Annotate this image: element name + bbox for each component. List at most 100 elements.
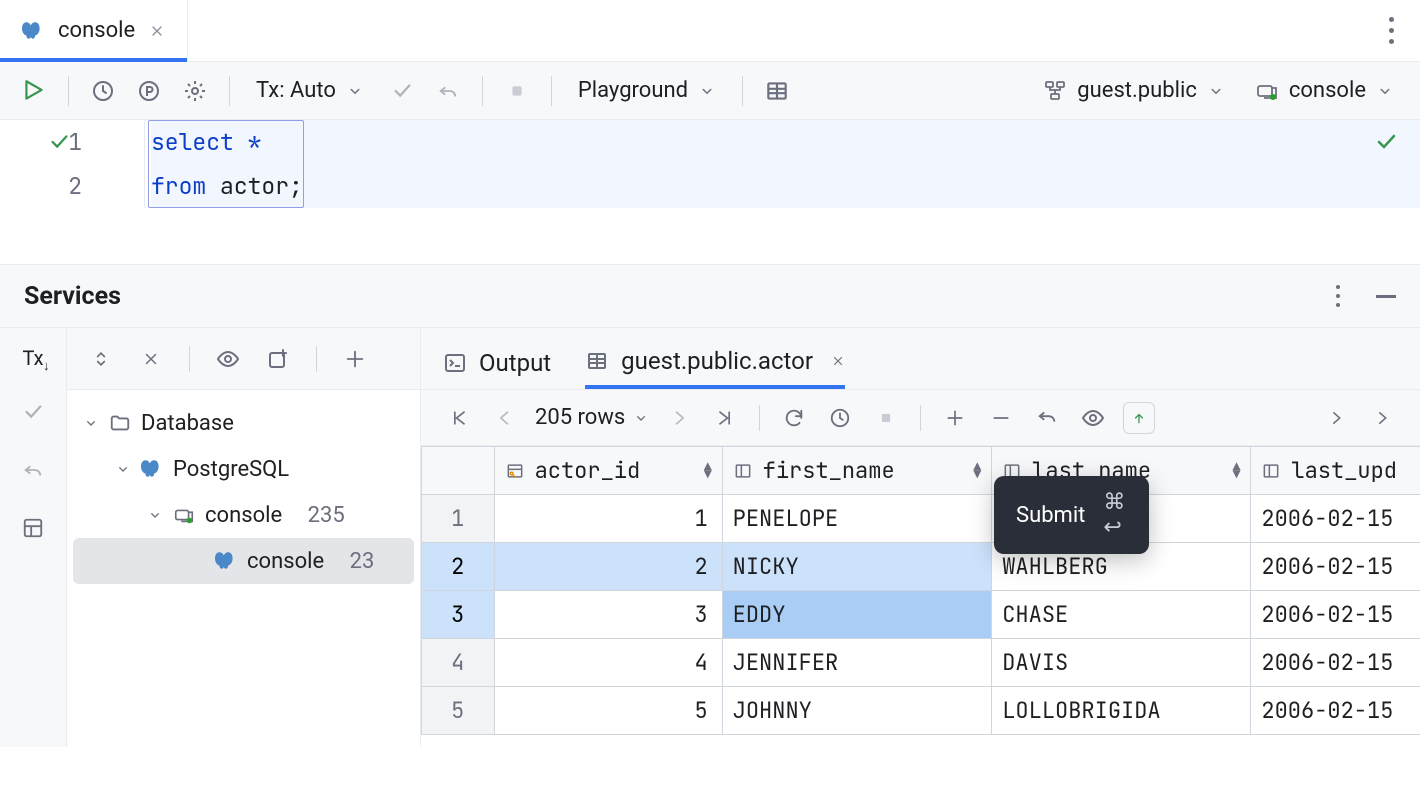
submit-tooltip: Submit ⌘ ↩ <box>994 476 1149 554</box>
tree-node-console-active[interactable]: console 23 <box>73 538 414 584</box>
run-button[interactable] <box>18 75 50 107</box>
cell-actor-id[interactable]: 4 <box>494 639 722 687</box>
minus-icon <box>991 408 1011 428</box>
row-number[interactable]: 2 <box>422 543 495 591</box>
stop-button[interactable] <box>501 75 533 107</box>
layout-icon <box>22 517 44 539</box>
table-row[interactable]: 11PENELOPEGUINESS2006-02-15 <box>422 495 1420 543</box>
cell-last-name[interactable]: CHASE <box>992 591 1251 639</box>
schema-dropdown[interactable]: guest.public <box>1035 74 1233 107</box>
view-mode-button[interactable] <box>212 343 244 375</box>
cell-last-update[interactable]: 2006-02-15 <box>1251 639 1420 687</box>
add-row-button[interactable] <box>939 402 971 434</box>
cell-actor-id[interactable]: 5 <box>494 687 722 735</box>
cell-actor-id[interactable]: 1 <box>494 495 722 543</box>
commit-button[interactable] <box>386 75 418 107</box>
last-page-button[interactable] <box>709 402 741 434</box>
commit-side-button[interactable] <box>17 396 49 428</box>
terminal-icon <box>443 351 467 375</box>
tab-output[interactable]: Output <box>443 337 551 389</box>
stop-button-2[interactable] <box>870 402 902 434</box>
column-header-first-name[interactable]: first_name▲▼ <box>722 447 992 495</box>
tree-node-session[interactable]: console 235 <box>67 492 420 538</box>
playground-mode-dropdown[interactable]: Playground <box>570 74 724 107</box>
close-icon[interactable] <box>149 23 165 39</box>
table-row[interactable]: 44JENNIFERDAVIS2006-02-15 <box>422 639 1420 687</box>
prev-page-button[interactable] <box>489 402 521 434</box>
tree-node-postgresql[interactable]: PostgreSQL <box>67 446 420 492</box>
minimize-panel-button[interactable] <box>1376 295 1396 298</box>
tab-result-actor[interactable]: guest.public.actor <box>585 337 845 389</box>
next-pane-2-button[interactable] <box>1366 402 1398 434</box>
eye-icon <box>1081 406 1105 430</box>
table-row[interactable]: 55JOHNNYLOLLOBRIGIDA2006-02-15 <box>422 687 1420 735</box>
cell-last-update[interactable]: 2006-02-15 <box>1251 687 1420 735</box>
remove-row-button[interactable] <box>985 402 1017 434</box>
more-menu-icon[interactable] <box>1363 17 1420 44</box>
grid-corner[interactable] <box>422 447 495 495</box>
settings-button[interactable] <box>179 75 211 107</box>
explain-plan-button[interactable] <box>133 75 165 107</box>
preview-button[interactable] <box>1077 402 1109 434</box>
add-button[interactable] <box>339 343 371 375</box>
revert-button[interactable] <box>1031 402 1063 434</box>
cell-last-name[interactable]: DAVIS <box>992 639 1251 687</box>
cell-last-update[interactable]: 2006-02-15 <box>1251 543 1420 591</box>
check-icon <box>391 80 413 102</box>
column-header-actor-id[interactable]: actor_id▲▼ <box>494 447 722 495</box>
cell-first-name[interactable]: NICKY <box>722 543 992 591</box>
session-icon <box>173 504 195 526</box>
cell-last-name[interactable]: LOLLOBRIGIDA <box>992 687 1251 735</box>
cell-last-update[interactable]: 2006-02-15 <box>1251 591 1420 639</box>
in-editor-results-button[interactable] <box>761 75 793 107</box>
row-number[interactable]: 4 <box>422 639 495 687</box>
editor-code[interactable]: select * from actor; <box>145 120 1420 208</box>
reload-button[interactable] <box>778 402 810 434</box>
close-result-tab[interactable] <box>831 354 845 368</box>
cell-first-name[interactable]: JENNIFER <box>722 639 992 687</box>
cell-actor-id[interactable]: 2 <box>494 543 722 591</box>
history-button-2[interactable] <box>824 402 856 434</box>
cell-actor-id[interactable]: 3 <box>494 591 722 639</box>
table-icon <box>585 349 609 373</box>
tx-badge[interactable]: Tx↓ <box>22 346 43 370</box>
tree-node-database[interactable]: Database <box>67 400 420 446</box>
expand-collapse-button[interactable] <box>85 343 117 375</box>
eye-icon <box>216 347 240 371</box>
next-pane-button[interactable] <box>1320 402 1352 434</box>
rollback-button[interactable] <box>432 75 464 107</box>
cell-first-name[interactable]: PENELOPE <box>722 495 992 543</box>
row-number[interactable]: 5 <box>422 687 495 735</box>
services-title: Services <box>24 282 121 311</box>
column-header-last-update[interactable]: last_upd <box>1251 447 1420 495</box>
cell-last-update[interactable]: 2006-02-15 <box>1251 495 1420 543</box>
new-tab-button[interactable] <box>262 343 294 375</box>
editor-tab-console[interactable]: console <box>0 0 188 61</box>
first-page-button[interactable] <box>443 402 475 434</box>
analysis-ok-icon[interactable] <box>1374 130 1398 154</box>
history-button[interactable] <box>87 75 119 107</box>
stop-icon <box>876 408 896 428</box>
session-dropdown[interactable]: console <box>1247 74 1402 107</box>
table-row[interactable]: 33EDDYCHASE2006-02-15 <box>422 591 1420 639</box>
postgres-icon <box>215 550 237 572</box>
run-statement-gutter-icon[interactable] <box>48 131 70 153</box>
result-grid[interactable]: actor_id▲▼ first_name▲▼ last_name▲▼ <box>421 446 1420 735</box>
row-number[interactable]: 1 <box>422 495 495 543</box>
cell-first-name[interactable]: JOHNNY <box>722 687 992 735</box>
cell-first-name[interactable]: EDDY <box>722 591 992 639</box>
folder-icon <box>109 412 131 434</box>
row-number[interactable]: 3 <box>422 591 495 639</box>
layout-side-button[interactable] <box>17 512 49 544</box>
sql-editor[interactable]: 1 2 select * from actor; <box>0 120 1420 265</box>
revert-icon <box>1036 407 1058 429</box>
submit-button[interactable] <box>1123 402 1155 434</box>
rollback-side-button[interactable] <box>17 454 49 486</box>
table-row[interactable]: 22NICKYWAHLBERG2006-02-15 <box>422 543 1420 591</box>
close-session-button[interactable] <box>135 343 167 375</box>
row-count-dropdown[interactable]: 205 rows <box>535 405 649 430</box>
panel-options-icon[interactable] <box>1336 285 1340 307</box>
services-tree[interactable]: Database PostgreSQL console 235 console … <box>67 390 420 584</box>
tx-mode-dropdown[interactable]: Tx: Auto <box>248 74 372 107</box>
next-page-button[interactable] <box>663 402 695 434</box>
